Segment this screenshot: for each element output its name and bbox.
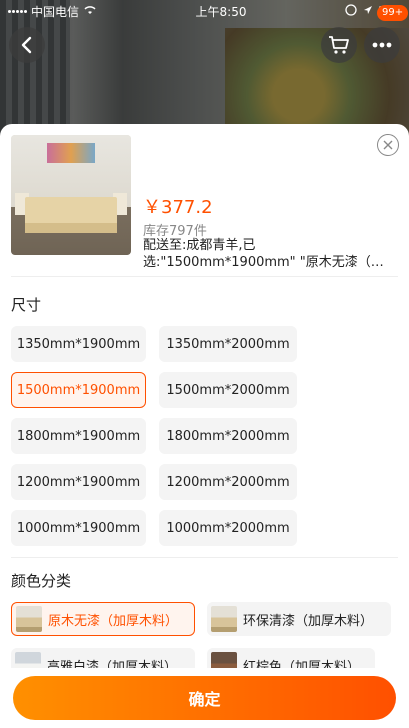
- color-section-title: 颜色分类: [11, 572, 72, 590]
- product-price: ￥377.2: [143, 197, 213, 218]
- ship-line-2: 选:"1500mm*1900mm" "原木无漆（加厚木料）": [143, 255, 393, 270]
- clock-label: 上午8:50: [195, 4, 247, 19]
- close-button[interactable]: [377, 134, 399, 156]
- close-icon: [383, 140, 393, 150]
- shipping-selection-text: 配送至:成都青羊,已 选:"1500mm*1900mm" "原木无漆（加厚木料）…: [143, 237, 393, 271]
- size-option[interactable]: 1000mm*2000mm: [159, 510, 297, 546]
- size-option[interactable]: 1350mm*2000mm: [159, 326, 297, 362]
- size-option[interactable]: 1800mm*2000mm: [159, 418, 297, 454]
- signal-icon: [8, 9, 27, 13]
- wifi-icon: [83, 4, 97, 18]
- confirm-button[interactable]: 确定: [13, 676, 396, 720]
- color-swatch-image: [211, 606, 237, 632]
- divider: [11, 557, 398, 558]
- status-left: 中国电信: [8, 3, 97, 20]
- size-option[interactable]: 1000mm*1900mm: [11, 510, 146, 546]
- cart-icon: [329, 36, 349, 54]
- color-option-label: 原木无漆（加厚木料）: [48, 613, 179, 629]
- status-bar: 中国电信 上午8:50: [0, 0, 409, 22]
- orientation-lock-icon: [345, 3, 357, 19]
- size-option[interactable]: 1350mm*1900mm: [11, 326, 146, 362]
- ship-line-1: 配送至:成都青羊,已: [143, 238, 256, 253]
- size-section-title: 尺寸: [11, 296, 42, 314]
- back-button[interactable]: [9, 27, 45, 63]
- divider: [11, 276, 398, 277]
- color-option[interactable]: 环保清漆（加厚木料）: [207, 602, 391, 636]
- back-icon: [21, 36, 32, 54]
- size-option[interactable]: 1200mm*2000mm: [159, 464, 297, 500]
- more-button[interactable]: [364, 27, 400, 63]
- color-swatch-image: [16, 606, 42, 632]
- color-option-label: 环保清漆（加厚木料）: [243, 613, 374, 629]
- size-option[interactable]: 1800mm*1900mm: [11, 418, 146, 454]
- more-icon: [372, 42, 392, 48]
- size-option[interactable]: 1500mm*2000mm: [159, 372, 297, 408]
- cart-button[interactable]: [321, 27, 357, 63]
- carrier-label: 中国电信: [31, 4, 80, 19]
- sku-selector-sheet: ￥377.2 库存797件 配送至:成都青羊,已 选:"1500mm*1900m…: [0, 124, 409, 728]
- cart-badge: 99+: [377, 5, 409, 21]
- location-icon: [363, 4, 373, 18]
- product-thumbnail[interactable]: [11, 135, 131, 255]
- size-option[interactable]: 1200mm*1900mm: [11, 464, 146, 500]
- color-option-selected[interactable]: 原木无漆（加厚木料）: [11, 602, 195, 636]
- size-option-selected[interactable]: 1500mm*1900mm: [11, 372, 146, 408]
